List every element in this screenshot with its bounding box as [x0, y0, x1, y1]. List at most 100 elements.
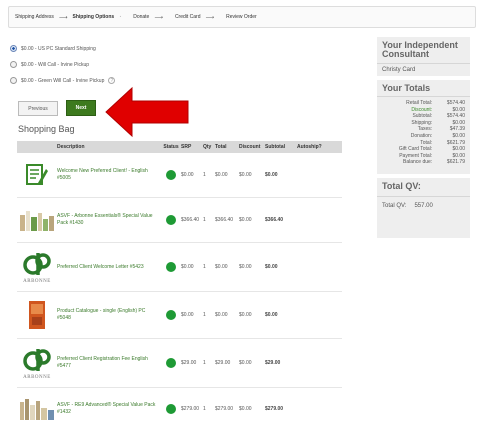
item-qty: 1	[203, 312, 206, 318]
arbonne-logo: ARBONNE	[17, 251, 57, 284]
step-label: Shipping Options	[72, 14, 115, 20]
previous-button[interactable]: Previous	[18, 101, 58, 116]
qv-title: Total QV:	[382, 181, 421, 191]
totals-value: $0.00	[452, 119, 465, 126]
item-discount: $0.00	[239, 312, 252, 318]
item-description[interactable]: Preferred Client Welcome Letter #5423	[57, 264, 161, 271]
radio-icon[interactable]	[10, 61, 17, 68]
col-srp: SRP	[181, 144, 192, 150]
totals-label: Shipping:	[411, 119, 433, 126]
item-description[interactable]: ASVF - Arbonne Essentials® Special Value…	[57, 213, 161, 227]
totals-value: $574.40	[446, 100, 465, 106]
totals-row: Discount: $0.00	[382, 107, 465, 114]
totals-value: $0.00	[452, 132, 465, 139]
totals-title: Your Totals	[382, 83, 431, 93]
radio-selected-icon[interactable]	[10, 45, 17, 52]
step-review-order[interactable]: Review Order	[226, 14, 257, 20]
qv-panel: Total QV: Total QV: 557.00	[377, 178, 470, 238]
totals-value: $621.79	[446, 159, 465, 166]
col-autoship: Autoship?	[297, 144, 322, 150]
consultant-title: Your Independent Consultant	[382, 40, 458, 59]
arbonne-logo: ARBONNE	[17, 347, 57, 380]
shipping-option-label: $0.00 - Will Call - Irvine Pickup	[21, 61, 90, 68]
item-subtotal: $0.00	[265, 172, 278, 178]
table-row: Product Catalogue - single (English) PC …	[17, 292, 342, 339]
totals-label: Subtotal:	[412, 113, 433, 120]
col-subtotal: Subtotal	[265, 144, 285, 150]
item-srp: $29.00	[181, 360, 197, 366]
next-button[interactable]: Next	[66, 100, 96, 116]
item-total: $29.00	[215, 360, 231, 366]
table-row: ARBONNE Preferred Client Welcome Letter …	[17, 243, 342, 292]
step-donate[interactable]: Donate ⟶	[133, 14, 175, 21]
item-description[interactable]: Welcome New Preferred Client! - English …	[57, 168, 161, 182]
item-description[interactable]: Product Catalogue - single (English) PC …	[57, 308, 161, 322]
item-srp: $0.00	[181, 312, 194, 318]
totals-row: Taxes: $47.39	[382, 126, 465, 133]
arrow-right-icon: ⟶	[154, 14, 163, 21]
shopping-bag-title: Shopping Bag	[18, 124, 75, 134]
totals-row: Balance due: $621.79	[382, 159, 465, 166]
item-qty: 1	[203, 406, 206, 412]
item-subtotal: $366.40	[265, 217, 284, 223]
col-qty: Qty	[203, 144, 212, 150]
totals-value: $47.39	[449, 126, 465, 133]
totals-label: Gift Card Total:	[398, 146, 433, 153]
consultant-name: Christy Card	[382, 67, 416, 73]
totals-row: Subtotal: $574.40	[382, 113, 465, 120]
shipping-option-label: $0.00 - Green Will Call - Irvine Pickup	[21, 77, 105, 84]
step-label: Review Order	[226, 14, 257, 20]
status-ok-icon	[166, 358, 176, 368]
qv-label: Total QV:	[382, 203, 407, 209]
status-ok-icon	[166, 215, 176, 225]
shopping-bag-table: Description Status SRP Qty Total Discoun…	[17, 141, 342, 430]
form-icon	[17, 163, 57, 187]
item-subtotal: $0.00	[265, 312, 278, 318]
totals-row: Retail Total: $574.40	[382, 100, 465, 107]
consultant-panel: Your Independent Consultant Christy Card	[377, 37, 470, 76]
totals-value: $574.40	[446, 113, 465, 120]
step-label: Credit Card	[174, 14, 201, 20]
item-discount: $0.00	[239, 217, 252, 223]
item-srp: $279.00	[181, 406, 200, 412]
col-description: Description	[57, 143, 85, 150]
col-discount: Discount	[239, 144, 261, 150]
totals-label: Discount:	[411, 106, 433, 113]
item-total: $366.40	[215, 217, 234, 223]
table-header: Description Status SRP Qty Total Discoun…	[17, 141, 342, 153]
checkout-steps: Shipping Address ⟶ Shipping Options · Do…	[8, 6, 476, 28]
arbonne-logo-text: ARBONNE	[23, 278, 51, 284]
item-description[interactable]: ASVF - RE9 Advanced® Special Value Pack …	[57, 402, 161, 416]
step-credit-card[interactable]: Credit Card ⟶	[175, 14, 226, 21]
help-icon[interactable]: ?	[108, 77, 116, 84]
status-ok-icon	[166, 170, 176, 180]
totals-row: Shipping: $0.00	[382, 120, 465, 127]
arrow-right-icon: ·	[119, 14, 122, 20]
item-description[interactable]: Preferred Client Registration Fee Englis…	[57, 356, 161, 370]
item-qty: 1	[203, 217, 206, 223]
item-discount: $0.00	[239, 172, 252, 178]
totals-label: Total:	[420, 139, 433, 146]
shipping-option-will-call[interactable]: $0.00 - Will Call - Irvine Pickup	[10, 61, 89, 68]
totals-label: Retail Total:	[406, 100, 433, 106]
radio-icon[interactable]	[10, 77, 17, 84]
arrow-right-icon: ⟶	[205, 14, 215, 21]
status-ok-icon	[166, 262, 176, 272]
totals-label: Donation:	[410, 132, 433, 139]
re9-products-image	[17, 396, 57, 422]
shipping-option-green-will-call[interactable]: $0.00 - Green Will Call - Irvine Pickup …	[10, 77, 116, 84]
catalogue-image	[17, 300, 57, 330]
shipping-option-standard[interactable]: $0.00 - US PC Standard Shipping	[10, 45, 96, 52]
step-shipping-options[interactable]: Shipping Options ·	[73, 14, 134, 20]
totals-value: $621.79	[446, 139, 465, 146]
item-discount: $0.00	[239, 264, 252, 270]
table-row: ASVF - RE9 Advanced® Special Value Pack …	[17, 388, 342, 430]
totals-label: Payment Total:	[399, 152, 433, 159]
status-ok-icon	[166, 310, 176, 320]
totals-value: $0.00	[452, 152, 465, 159]
item-subtotal: $0.00	[265, 264, 278, 270]
item-total: $0.00	[215, 172, 228, 178]
step-shipping-address[interactable]: Shipping Address ⟶	[15, 14, 73, 21]
status-ok-icon	[166, 404, 176, 414]
table-row: ARBONNE Preferred Client Registration Fe…	[17, 339, 342, 388]
